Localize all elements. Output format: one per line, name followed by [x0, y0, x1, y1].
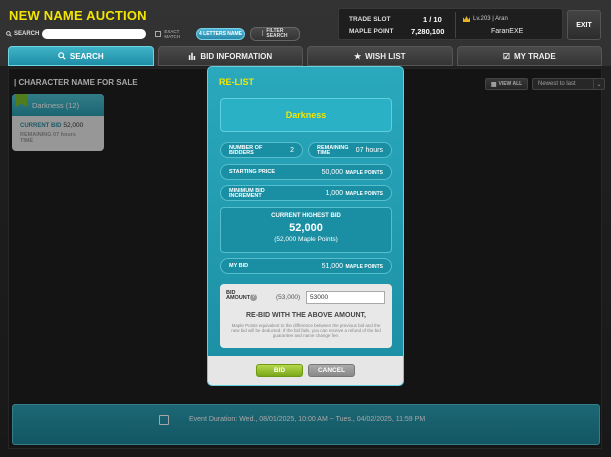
character-name: FaranEXE [491, 28, 524, 35]
search-label: SEARCH [6, 31, 39, 37]
help-icon[interactable]: ? [250, 294, 257, 301]
search-icon [58, 52, 66, 60]
exit-button[interactable]: EXIT [567, 10, 601, 40]
exact-match-checkbox[interactable] [155, 31, 162, 37]
bidders-box: NUMBER OF BIDDERS 2 [220, 142, 303, 158]
bid-amount-reference: (53,000) [276, 294, 301, 301]
tab-bar: SEARCH BID INFORMATION ★ WISH LIST ☑ MY … [8, 46, 602, 66]
crown-icon [463, 16, 470, 22]
trade-slot-label: TRADE SLOT [349, 16, 391, 23]
current-highest-bid-box: CURRENT HIGHEST BID 52,000 (52,000 Maple… [220, 207, 392, 253]
filter-search-button[interactable]: ⫶ FILTER SEARCH [250, 27, 300, 41]
filter-icon: ⫶ [261, 30, 264, 38]
starting-price-box: STARTING PRICE 50,000 MAPLE POINTS [220, 164, 392, 180]
dialog-character-name: Darkness [220, 98, 392, 132]
auction-window: NEW NAME AUCTION SEARCH EXACT MATCH 4 LE… [0, 0, 611, 457]
search-bar: SEARCH EXACT MATCH [6, 28, 186, 40]
bid-amount-label: BID AMOUNT [226, 290, 251, 301]
divider [455, 12, 456, 38]
character-level: Lv.203 | Aran [463, 16, 508, 22]
rebid-note: Maple Points equivalent to the differenc… [231, 323, 381, 338]
dialog-footer: BID CANCEL [208, 356, 403, 385]
bar-chart-icon [189, 52, 196, 60]
four-letters-name-button[interactable]: 4 LETTERS NAME [196, 28, 245, 40]
trade-slot-value: 1 / 10 [423, 15, 442, 24]
highest-bid-value: 52,000 [289, 222, 323, 234]
star-icon: ★ [353, 51, 362, 61]
remaining-time-box: REMAINING TIME 07 hours [308, 142, 392, 158]
maple-point-value: 7,280,100 [411, 27, 445, 36]
maple-point-label: MAPLE POINT [349, 28, 394, 35]
tab-search[interactable]: SEARCH [8, 46, 154, 66]
min-increment-box: MINIMUM BID INCREMENT 1,000 MAPLE POINTS [220, 185, 392, 201]
checkbox-icon: ☑ [502, 51, 511, 61]
bid-button[interactable]: BID [256, 364, 303, 377]
search-icon [6, 31, 12, 37]
my-bid-box: MY BID 51,000 MAPLE POINTS [220, 258, 392, 274]
tab-my-trade[interactable]: ☑ MY TRADE [456, 46, 602, 66]
search-input[interactable] [42, 29, 147, 39]
account-info-panel: TRADE SLOT 1 / 10 MAPLE POINT 7,280,100 … [338, 8, 563, 40]
tab-bid-information[interactable]: BID INFORMATION [157, 46, 303, 66]
exact-match-label: EXACT MATCH [164, 29, 181, 39]
page-title: NEW NAME AUCTION [9, 8, 147, 23]
relist-dialog: RE-LIST Darkness NUMBER OF BIDDERS 2 REM… [207, 66, 404, 386]
rebid-panel: BID AMOUNT ? (53,000) RE-BID WITH THE AB… [220, 284, 392, 348]
rebid-headline: RE-BID WITH THE ABOVE AMOUNT, [245, 312, 367, 319]
cancel-button[interactable]: CANCEL [308, 364, 355, 377]
bid-amount-input[interactable] [306, 291, 385, 304]
dialog-title: RE-LIST [219, 77, 254, 87]
tab-wish-list[interactable]: ★ WISH LIST [307, 46, 453, 66]
